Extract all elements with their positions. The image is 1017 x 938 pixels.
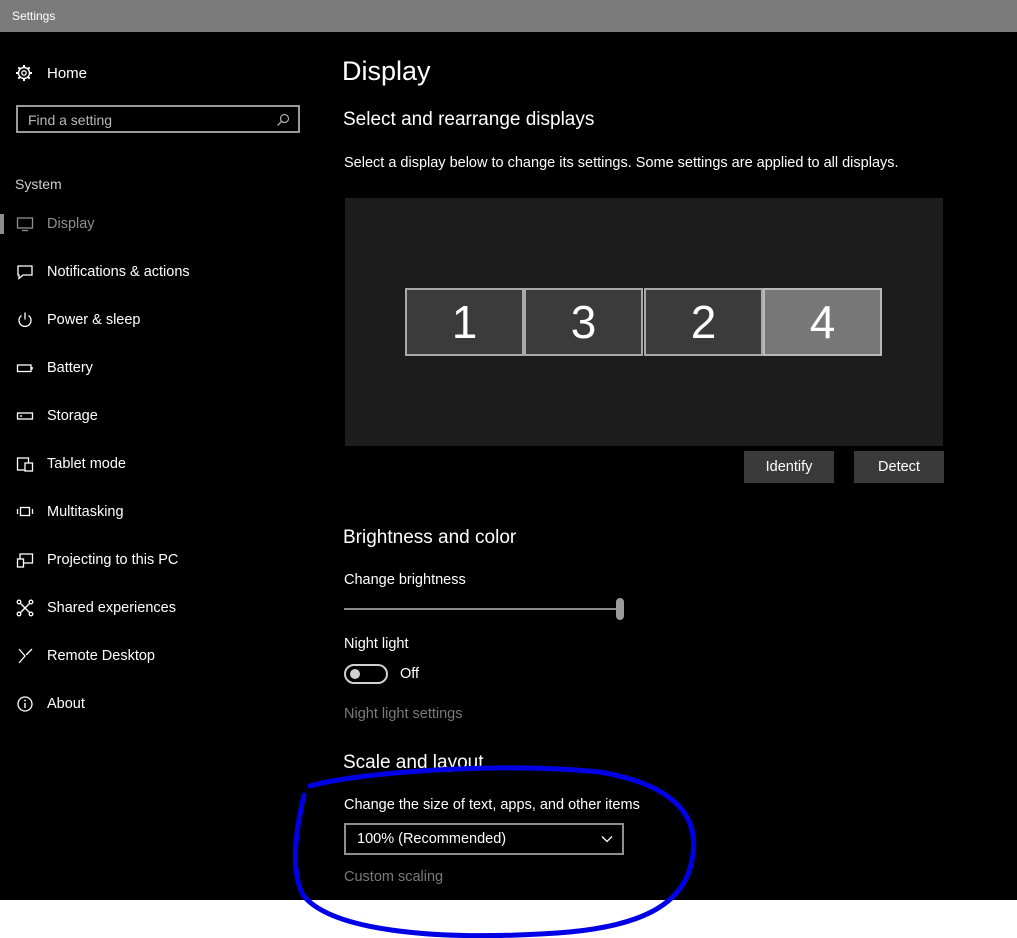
monitor-2[interactable]: 2	[644, 288, 763, 356]
display-arrangement-area[interactable]: 1 3 2 4	[345, 198, 943, 446]
brightness-slider-thumb[interactable]	[616, 598, 624, 620]
gear-icon	[16, 65, 32, 81]
sidebar-item-label: Projecting to this PC	[47, 552, 179, 568]
night-light-toggle[interactable]	[344, 664, 388, 684]
window-title: Settings	[12, 9, 56, 23]
monitor-3[interactable]: 3	[524, 288, 643, 356]
sidebar-item-label: About	[47, 696, 85, 712]
monitor-4[interactable]: 4	[763, 288, 882, 356]
identify-button[interactable]: Identify	[744, 451, 834, 483]
brightness-label: Change brightness	[344, 572, 466, 588]
sidebar-item-label: Multitasking	[47, 504, 124, 520]
night-light-settings-link[interactable]: Night light settings	[344, 706, 462, 722]
sidebar-item-label: Storage	[47, 408, 98, 424]
scale-heading: Scale and layout	[343, 752, 484, 773]
battery-icon	[16, 364, 33, 373]
scale-size-label: Change the size of text, apps, and other…	[344, 797, 640, 813]
info-icon	[17, 696, 33, 712]
share-icon	[16, 599, 34, 617]
sidebar-item-label: Power & sleep	[47, 312, 141, 328]
sidebar-item-remote-desktop[interactable]: Remote Desktop	[0, 644, 320, 668]
sidebar-item-power-sleep[interactable]: Power & sleep	[0, 308, 320, 332]
selection-indicator	[0, 214, 4, 234]
sidebar-item-battery[interactable]: Battery	[0, 356, 320, 380]
home-label: Home	[47, 64, 88, 82]
sidebar-item-storage[interactable]: Storage	[0, 404, 320, 428]
message-icon	[17, 265, 33, 280]
multitasking-icon	[16, 506, 34, 517]
sidebar-item-multitasking[interactable]: Multitasking	[0, 500, 320, 524]
sidebar-item-label: Battery	[47, 360, 93, 376]
search-icon[interactable]	[276, 113, 290, 127]
title-bar: Settings	[0, 0, 1017, 32]
sidebar-item-label: Shared experiences	[47, 600, 176, 616]
search-placeholder: Find a setting	[28, 112, 113, 128]
page-title: Display	[342, 56, 431, 86]
sidebar-item-label: Remote Desktop	[47, 648, 155, 664]
sidebar-item-label: Tablet mode	[47, 456, 126, 472]
sidebar-item-about[interactable]: About	[0, 692, 320, 716]
power-icon	[18, 312, 32, 327]
custom-scaling-link[interactable]: Custom scaling	[344, 869, 443, 885]
section-label-system: System	[15, 176, 62, 192]
arrange-description: Select a display below to change its set…	[344, 155, 899, 171]
toggle-knob	[350, 669, 360, 679]
search-input[interactable]: Find a setting	[16, 105, 300, 133]
sidebar-item-label: Display	[47, 216, 95, 232]
monitor-icon	[16, 217, 34, 232]
tablet-icon	[16, 457, 34, 472]
sidebar-item-display[interactable]: Display	[0, 212, 320, 236]
monitor-1[interactable]: 1	[405, 288, 524, 356]
sidebar-item-notifications[interactable]: Notifications & actions	[0, 260, 320, 284]
sidebar-item-projecting[interactable]: Projecting to this PC	[0, 548, 320, 572]
brightness-slider[interactable]	[344, 608, 620, 610]
sidebar-item-shared-experiences[interactable]: Shared experiences	[0, 596, 320, 620]
scale-dropdown-value: 100% (Recommended)	[357, 831, 507, 847]
chevron-down-icon	[601, 836, 613, 843]
scale-dropdown[interactable]: 100% (Recommended)	[344, 823, 624, 855]
home-link[interactable]: Home	[15, 62, 87, 84]
remote-icon	[18, 648, 33, 664]
sidebar-item-tablet-mode[interactable]: Tablet mode	[0, 452, 320, 476]
arrange-heading: Select and rearrange displays	[343, 109, 595, 130]
settings-window: Home Find a setting System Display Notif…	[0, 32, 1017, 900]
storage-icon	[16, 412, 34, 420]
sidebar-item-label: Notifications & actions	[47, 264, 190, 280]
night-light-label: Night light	[344, 636, 409, 652]
detect-button[interactable]: Detect	[854, 451, 944, 483]
night-light-state: Off	[400, 666, 420, 682]
projector-icon	[16, 553, 34, 568]
brightness-heading: Brightness and color	[343, 527, 517, 548]
